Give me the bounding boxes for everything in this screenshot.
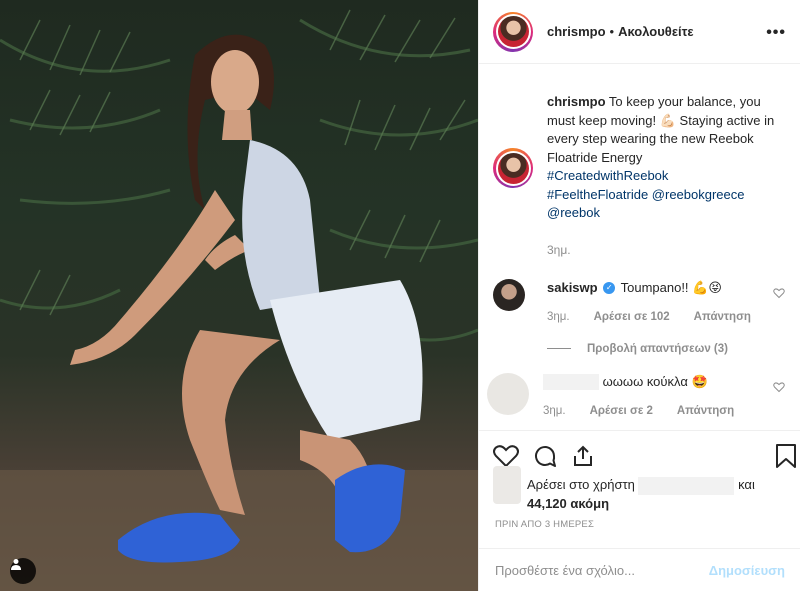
comment-text: Toumpano!! [620, 279, 689, 295]
hashtag-link[interactable]: #FeeltheFloatride [547, 187, 648, 202]
share-icon[interactable] [571, 444, 595, 468]
caption-time[interactable]: 3ημ. [547, 243, 800, 257]
commenter-username[interactable]: sakiswp [547, 280, 598, 295]
comment-emoji: 💪😝 [692, 279, 722, 295]
author-avatar[interactable] [493, 11, 533, 52]
comment-item: ωωωω κούκλα 🤩 3ημ. Αρέσει σε 2 Απάντηση [479, 372, 800, 417]
verified-icon: ✓ [603, 282, 616, 295]
likes-summary: Αρέσει στο χρήστη και 44,120 ακόμη [493, 466, 793, 513]
caption-emoji: 💪🏻 [659, 112, 676, 128]
comment-like-icon[interactable] [773, 381, 785, 393]
comment-icon[interactable] [533, 444, 557, 468]
post-side-panel: chrismpo • Ακολουθείτε ••• chrismpo To k… [478, 0, 800, 591]
commenter-avatar[interactable] [487, 372, 529, 415]
header-separator: • [609, 24, 615, 39]
following-button[interactable]: Ακολουθείτε [618, 24, 694, 39]
comment-input[interactable] [495, 562, 709, 578]
author-username[interactable]: chrismpo [547, 24, 606, 39]
hashtag-link[interactable]: #CreatedwithReebok [547, 168, 668, 183]
mention-link[interactable]: @reebokgreece [652, 187, 745, 202]
post-photo[interactable] [0, 0, 478, 591]
reply-button[interactable]: Απάντηση [694, 311, 751, 323]
commenter-avatar[interactable] [493, 278, 525, 311]
heart-icon[interactable] [493, 444, 519, 468]
liker-avatar[interactable] [493, 466, 521, 504]
comment-like-icon[interactable] [773, 287, 785, 299]
mention-link[interactable]: @reebok [547, 205, 600, 220]
comment-likes[interactable]: Αρέσει σε 102 [594, 311, 670, 323]
comment-time[interactable]: 3ημ. [547, 311, 570, 323]
likes-count[interactable]: 44,120 ακόμη [527, 496, 609, 511]
liker-username[interactable] [638, 476, 735, 495]
add-comment-bar: Δημοσίευση [479, 548, 800, 591]
likes-and: και [738, 477, 755, 492]
comment-likes[interactable]: Αρέσει σε 2 [590, 405, 653, 417]
post-timestamp[interactable]: ΠΡΙΝ ΑΠΟ 3 ΗΜΕΡΕΣ [495, 519, 594, 530]
comment-item: sakiswp ✓ Toumpano!! 💪😝 3ημ. Αρέσει σε 1… [479, 278, 800, 323]
view-replies-button[interactable]: Προβολή απαντήσεων (3) [547, 343, 800, 355]
comments-list: chrismpo To keep your balance, you must … [479, 80, 800, 430]
comment-time[interactable]: 3ημ. [543, 405, 566, 417]
caption-avatar[interactable] [493, 148, 533, 188]
comment-emoji: 🤩 [691, 373, 708, 389]
post-header: chrismpo • Ακολουθείτε ••• [479, 0, 800, 64]
photo-illustration [0, 9, 478, 591]
more-icon[interactable]: ••• [766, 24, 786, 42]
post-comment-button[interactable]: Δημοσίευση [709, 563, 785, 578]
caption-username[interactable]: chrismpo [547, 94, 606, 109]
caption: chrismpo To keep your balance, you must … [479, 80, 800, 223]
caption-text: chrismpo To keep your balance, you must … [547, 80, 787, 223]
commenter-username[interactable] [543, 374, 599, 391]
likes-prefix: Αρέσει στο χρήστη [527, 477, 635, 492]
user-tag-icon[interactable] [10, 558, 36, 584]
post-modal: chrismpo • Ακολουθείτε ••• chrismpo To k… [0, 0, 800, 591]
comment-text: ωωωω κούκλα [602, 373, 688, 389]
reply-button[interactable]: Απάντηση [677, 405, 734, 417]
